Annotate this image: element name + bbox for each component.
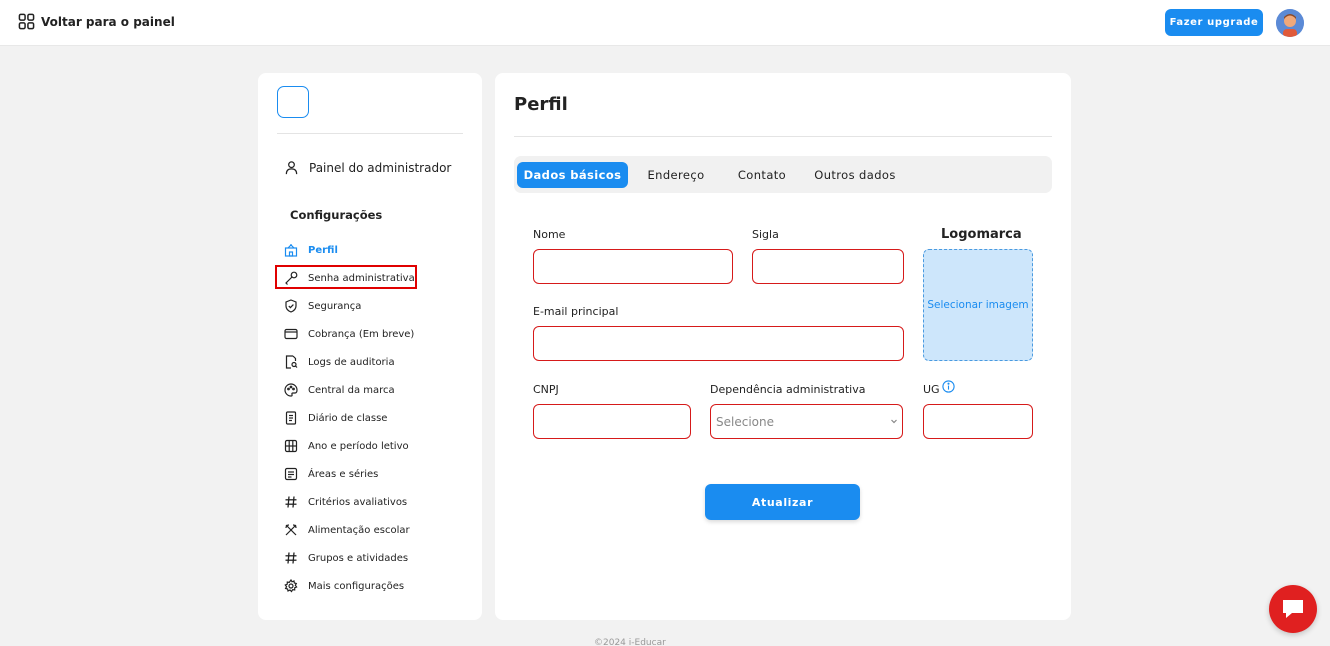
tab-outros-dados[interactable]: Outros dados <box>808 162 902 188</box>
sidebar-item-ano-periodo[interactable]: Ano e período letivo <box>284 437 409 455</box>
sidebar-item-label: Ano e período letivo <box>308 440 409 452</box>
sidebar-item-label: Alimentação escolar <box>308 524 410 536</box>
user-avatar-icon <box>1276 9 1304 37</box>
sigla-field[interactable] <box>752 249 904 284</box>
chevron-down-icon <box>891 419 897 424</box>
logomarca-title: Logomarca <box>941 227 1022 242</box>
list-icon <box>284 467 298 481</box>
sidebar-item-senha-administrativa[interactable]: Senha administrativa <box>284 269 415 287</box>
sidebar-item-central-marca[interactable]: Central da marca <box>284 381 395 399</box>
grid-icon <box>18 13 35 30</box>
shield-icon <box>285 299 297 313</box>
cnpj-field[interactable] <box>533 404 691 439</box>
user-icon <box>285 161 298 175</box>
avatar[interactable] <box>1276 9 1304 37</box>
nome-field[interactable] <box>533 249 733 284</box>
upgrade-button[interactable]: Fazer upgrade <box>1165 9 1263 36</box>
sigla-label: Sigla <box>752 228 779 241</box>
dependencia-value: Selecione <box>716 414 774 429</box>
back-to-dashboard-link[interactable]: Voltar para o painel <box>18 13 175 30</box>
sidebar-item-criterios[interactable]: Critérios avaliativos <box>284 493 407 511</box>
chat-bubble-icon <box>1283 600 1303 618</box>
divider <box>277 133 463 134</box>
sidebar-item-label: Mais configurações <box>308 580 405 592</box>
update-button[interactable]: Atualizar <box>705 484 860 520</box>
dependencia-label: Dependência administrativa <box>710 383 866 396</box>
sidebar-item-grupos[interactable]: Grupos e atividades <box>284 549 408 567</box>
profile-panel: Perfil Dados básicos Endereço Contato Ou… <box>495 73 1071 620</box>
hash-icon <box>285 496 297 508</box>
sidebar-item-label: Central da marca <box>308 384 395 396</box>
dependencia-select[interactable]: Selecione <box>710 404 903 439</box>
sidebar-item-label: Grupos e atividades <box>308 552 409 564</box>
tab-dados-basicos[interactable]: Dados básicos <box>517 162 628 188</box>
sidebar-item-alimentacao[interactable]: Alimentação escolar <box>284 521 410 539</box>
tab-contato[interactable]: Contato <box>724 162 800 188</box>
document-search-icon <box>285 355 298 369</box>
sidebar-item-seguranca[interactable]: Segurança <box>284 297 361 315</box>
sidebar-item-diario-classe[interactable]: Diário de classe <box>284 409 387 427</box>
email-label: E-mail principal <box>533 305 619 318</box>
notebook-icon <box>285 411 297 425</box>
back-label: Voltar para o painel <box>41 14 175 29</box>
nome-label: Nome <box>533 228 566 241</box>
config-section-title: Configurações <box>290 208 383 222</box>
ug-label: UG <box>923 383 940 396</box>
tab-endereco[interactable]: Endereço <box>636 162 716 188</box>
cnpj-label: CNPJ <box>533 383 559 396</box>
logo-upload-label: Selecionar imagem <box>927 299 1029 311</box>
sidebar-item-label: Senha administrativa <box>308 272 415 284</box>
sidebar-item-label: Critérios avaliativos <box>308 496 408 508</box>
divider <box>514 136 1052 137</box>
info-icon[interactable] <box>942 380 955 393</box>
building-icon <box>284 244 298 257</box>
logo-upload-area[interactable]: Selecionar imagem <box>923 249 1033 361</box>
sidebar-item-label: Logs de auditoria <box>308 356 395 368</box>
sidebar-item-perfil[interactable]: Perfil <box>284 241 338 259</box>
chat-button[interactable] <box>1269 585 1317 633</box>
sidebar-item-label: Segurança <box>308 300 362 312</box>
gear-icon <box>284 579 298 593</box>
sidebar-item-mais-configuracoes[interactable]: Mais configurações <box>284 577 404 595</box>
page-title: Perfil <box>514 94 568 115</box>
sidebar-item-logs[interactable]: Logs de auditoria <box>284 353 395 371</box>
palette-icon <box>284 383 298 397</box>
utensils-icon <box>285 524 297 536</box>
hash-icon <box>285 552 297 564</box>
email-field[interactable] <box>533 326 904 361</box>
sidebar-item-cobranca[interactable]: Cobrança (Em breve) <box>284 325 414 343</box>
admin-panel-link[interactable]: Painel do administrador <box>284 160 451 175</box>
tab-bar: Dados básicos Endereço Contato Outros da… <box>514 156 1052 193</box>
credit-card-icon <box>284 328 298 340</box>
key-icon <box>285 271 298 285</box>
sidebar-item-label: Diário de classe <box>308 412 388 424</box>
settings-sidebar: Painel do administrador Configurações Pe… <box>258 73 482 620</box>
top-bar: Voltar para o painel Fazer upgrade <box>0 0 1330 46</box>
sidebar-item-label: Áreas e séries <box>308 468 379 480</box>
sidebar-item-label: Cobrança (Em breve) <box>308 328 415 340</box>
sidebar-item-areas-series[interactable]: Áreas e séries <box>284 465 378 483</box>
institution-logo <box>277 86 309 118</box>
sidebar-item-label: Perfil <box>308 244 338 256</box>
admin-panel-label: Painel do administrador <box>309 160 452 175</box>
ug-field[interactable] <box>923 404 1033 439</box>
calendar-icon <box>284 439 298 453</box>
footer-text: ©2024 i-Educar <box>594 638 666 646</box>
